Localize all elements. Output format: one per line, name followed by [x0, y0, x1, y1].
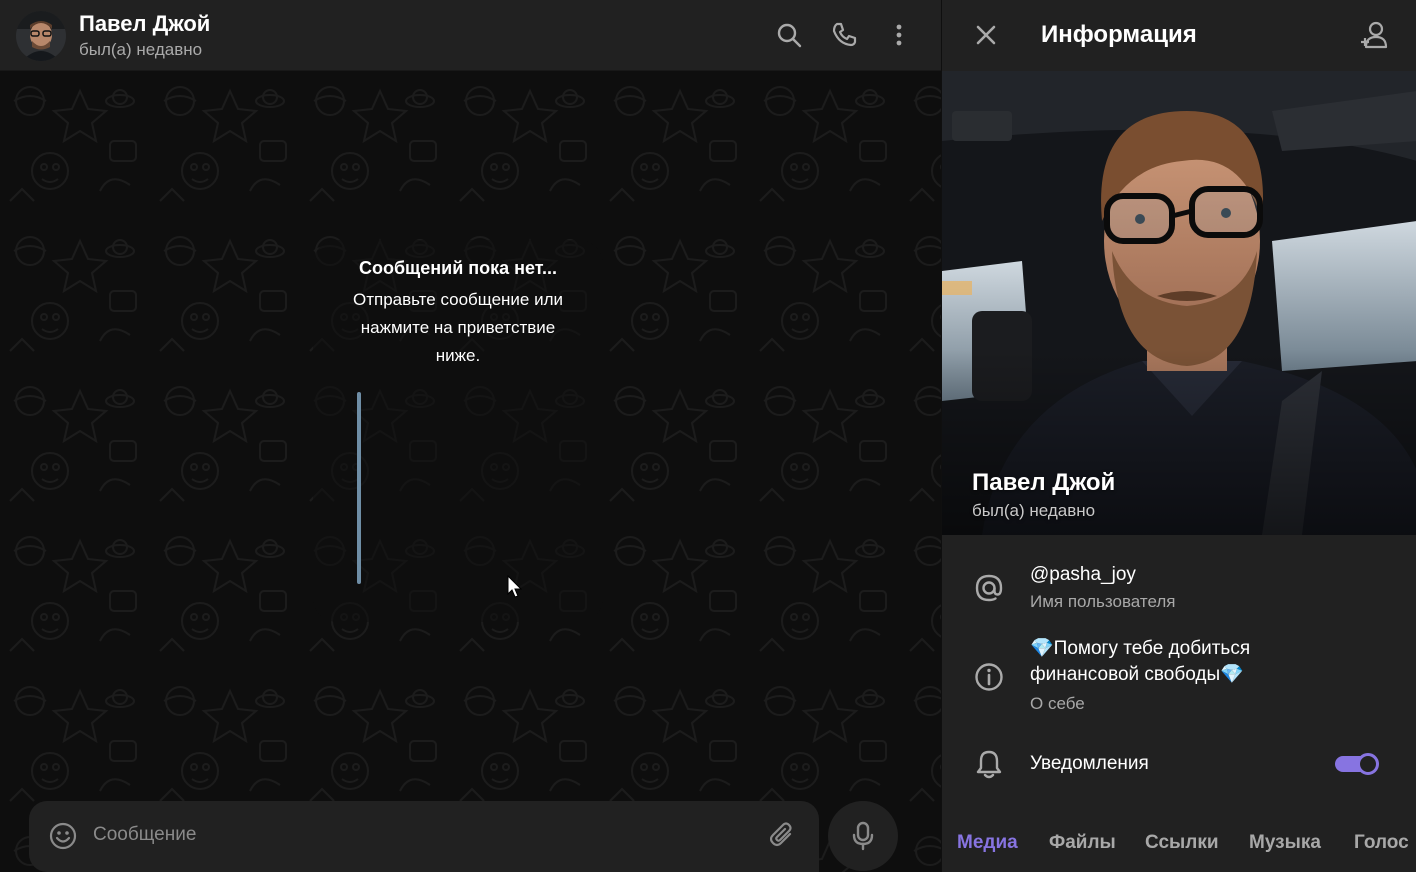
tab-files[interactable]: Файлы: [1049, 832, 1116, 854]
more-vertical-icon: [896, 24, 902, 46]
username-value: @pasha_joy: [1030, 564, 1136, 585]
tab-music[interactable]: Музыка: [1249, 832, 1321, 854]
add-contact-icon: [1361, 21, 1388, 49]
greeting-sticker-placeholder[interactable]: [357, 392, 361, 584]
empty-text: Отправьте сообщение или нажмите на приве…: [352, 290, 564, 365]
info-icon: [972, 660, 1006, 694]
message-composer[interactable]: Сообщение: [29, 801, 819, 872]
profile-status: был(а) недавно: [972, 501, 1096, 520]
bio-line-2: финансовой свободы💎: [1030, 664, 1244, 685]
close-button[interactable]: [969, 18, 1003, 52]
attach-button[interactable]: [766, 819, 800, 853]
profile-name: Павел Джой: [972, 469, 1116, 496]
mouse-cursor-icon: [507, 575, 523, 598]
notifications-label: Уведомления: [1030, 753, 1149, 774]
emoji-button[interactable]: [46, 819, 80, 853]
avatar[interactable]: [16, 11, 66, 61]
profile-info-panel: Информация Павел Джой был(а) недавно @pa…: [941, 0, 1416, 872]
smile-icon: [49, 822, 77, 850]
empty-title: Сообщений пока нет...: [358, 258, 558, 278]
call-button[interactable]: [827, 18, 861, 52]
bio-line-1: 💎Помогу тебе добиться: [1030, 638, 1251, 659]
notifications-toggle[interactable]: [1333, 752, 1379, 776]
username-label: Имя пользователя: [1030, 592, 1176, 611]
attach-icon: [770, 822, 792, 847]
microphone-icon: [852, 821, 874, 851]
profile-photo-image: [942, 71, 1416, 535]
phone-icon: [832, 22, 857, 47]
message-input[interactable]: Сообщение: [93, 824, 196, 846]
toggle-knob: [1357, 753, 1379, 775]
tab-links[interactable]: Ссылки: [1145, 832, 1219, 854]
profile-photo[interactable]: Павел Джой был(а) недавно: [942, 71, 1416, 535]
shared-media-tabs: Медиа Файлы Ссылки Музыка Голос: [942, 820, 1416, 872]
tab-voice[interactable]: Голос: [1354, 832, 1409, 854]
at-sign-icon: [972, 571, 1006, 605]
chat-title[interactable]: Павел Джой: [79, 11, 210, 37]
voice-record-button[interactable]: [828, 801, 898, 871]
more-button[interactable]: [882, 18, 916, 52]
chat-status: был(а) недавно: [79, 40, 203, 59]
close-icon: [976, 25, 996, 45]
search-button[interactable]: [772, 18, 806, 52]
chat-area: Павел Джой был(а) недавно Сообщений пока…: [0, 0, 941, 872]
info-header: Информация: [942, 0, 1416, 71]
search-icon: [777, 23, 802, 48]
add-contact-button[interactable]: [1357, 18, 1391, 52]
bell-icon: [972, 747, 1006, 781]
info-title: Информация: [1041, 21, 1197, 48]
empty-chat-greeting: Сообщений пока нет... Отправьте сообщени…: [313, 240, 603, 622]
tab-media[interactable]: Медиа: [957, 832, 1018, 854]
chat-header: Павел Джой был(а) недавно: [0, 0, 941, 71]
bio-label: О себе: [1030, 694, 1085, 713]
